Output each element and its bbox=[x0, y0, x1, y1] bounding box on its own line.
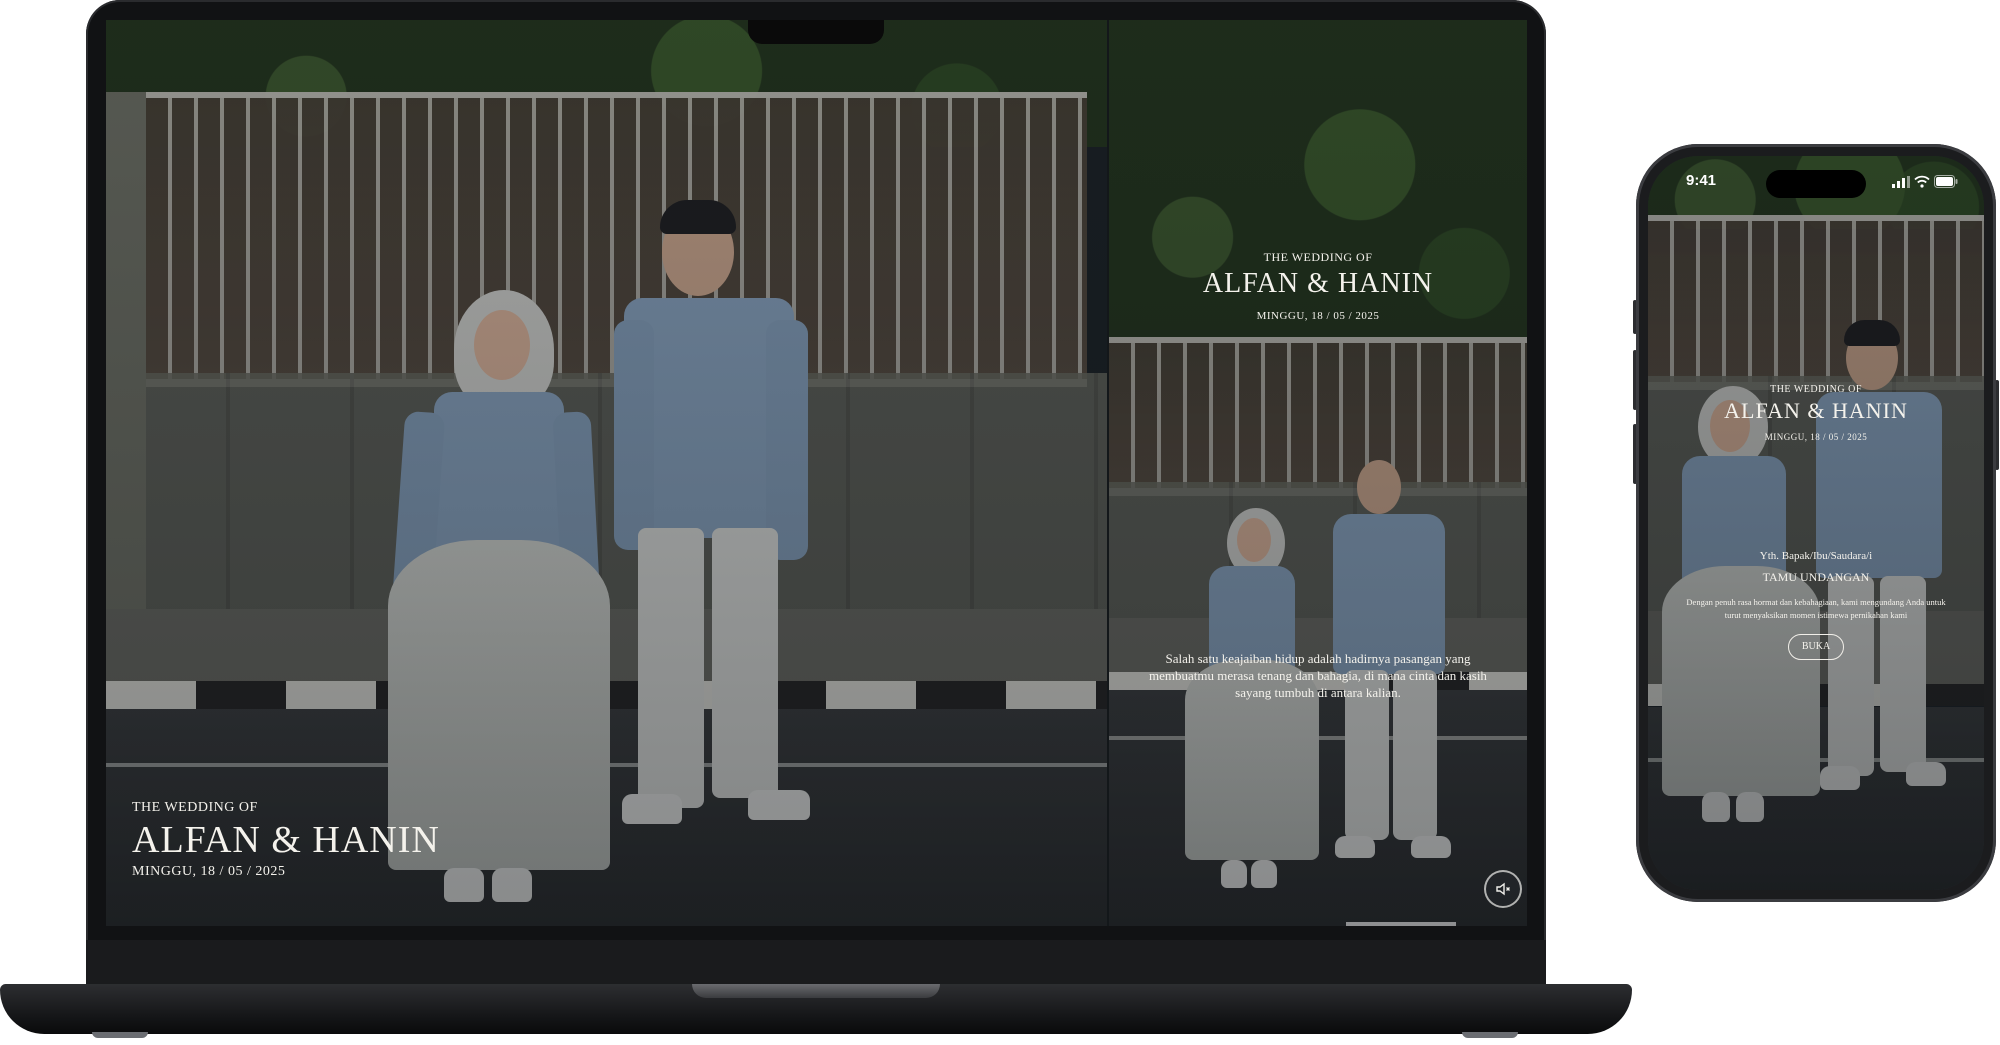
laptop-screen: THE WEDDING OF ALFAN & HANIN MINGGU, 18 … bbox=[106, 20, 1527, 926]
side-date: MINGGU, 18 / 05 / 2025 bbox=[1256, 310, 1380, 322]
page-progress-bar bbox=[1346, 922, 1456, 926]
phone-guest-name: TAMU UNDANGAN bbox=[1762, 570, 1870, 584]
camera-notch bbox=[748, 20, 884, 44]
phone-greeting: Yth. Bapak/Ibu/Saudara/i bbox=[1759, 550, 1873, 562]
open-invitation-button[interactable]: BUKA bbox=[1788, 634, 1844, 660]
phone-screen: 9:41 THE WEDDING OF ALFAN & HANIN MINGGU… bbox=[1648, 156, 1984, 890]
phone-invitation-message: Dengan penuh rasa hormat dan kebahagiaan… bbox=[1686, 597, 1946, 620]
laptop-bottom-bezel bbox=[86, 940, 1546, 986]
wifi-icon bbox=[1914, 175, 1930, 188]
battery-icon bbox=[1934, 175, 1958, 188]
side-panel-photo bbox=[1109, 20, 1527, 926]
cover-eyebrow: THE WEDDING OF bbox=[132, 800, 258, 815]
phone-eyebrow: THE WEDDING OF bbox=[1770, 384, 1862, 395]
side-names: ALFAN & HANIN bbox=[1202, 268, 1434, 299]
phone-date: MINGGU, 18 / 05 / 2025 bbox=[1764, 432, 1868, 442]
side-eyebrow: THE WEDDING OF bbox=[1263, 250, 1373, 264]
panel-divider bbox=[1107, 20, 1109, 926]
side-quote: Salah satu keajaiban hidup adalah hadirn… bbox=[1149, 651, 1487, 700]
cover-photo bbox=[106, 20, 1107, 926]
phone-names: ALFAN & HANIN bbox=[1724, 398, 1908, 423]
laptop-foot-right bbox=[1462, 1032, 1518, 1038]
speaker-muted-icon bbox=[1496, 882, 1510, 896]
cover-names: ALFAN & HANIN bbox=[132, 819, 440, 861]
signal-icon bbox=[1892, 176, 1910, 188]
dynamic-island bbox=[1766, 170, 1866, 198]
status-time: 9:41 bbox=[1686, 172, 1717, 189]
audio-toggle-button[interactable] bbox=[1484, 870, 1522, 908]
cover-date: MINGGU, 18 / 05 / 2025 bbox=[132, 864, 286, 879]
phone-cover-photo bbox=[1648, 156, 1984, 890]
laptop-foot-left bbox=[92, 1032, 148, 1038]
laptop-hinge-lip bbox=[692, 984, 940, 998]
